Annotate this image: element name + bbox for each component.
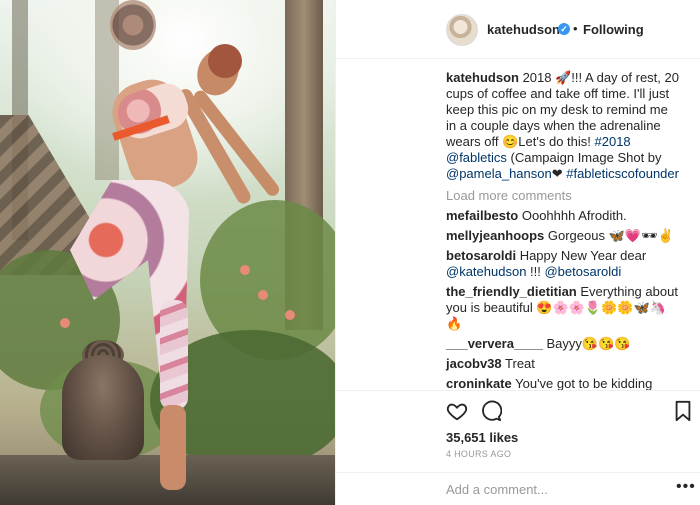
bookmark-icon[interactable]	[672, 400, 694, 422]
heart-icon[interactable]	[446, 400, 468, 422]
caption-hashtag[interactable]: #fableticscofounder	[566, 166, 679, 181]
comment-username[interactable]: mefailbesto	[446, 208, 518, 223]
caption-mention[interactable]: @fabletics	[446, 150, 507, 165]
post-header: katehudson ✓ • Following	[336, 0, 700, 59]
caption-username[interactable]: katehudson	[446, 70, 519, 85]
comment-text: Ooohhhh Afrodith.	[518, 208, 627, 223]
comment-username[interactable]: mellyjeanhoops	[446, 228, 544, 243]
action-bar: 35,651 likes 4 HOURS AGO Add a comment..…	[336, 390, 700, 505]
comment-username[interactable]: ___ververa____	[446, 336, 543, 351]
comment-item: betosaroldi Happy New Year dear @katehud…	[446, 248, 681, 280]
comment-item: the_friendly_dietitian Everything about …	[446, 284, 681, 332]
comments-list[interactable]: katehudson 2018 🚀!!! A day of rest, 20 c…	[336, 60, 700, 390]
comment-text: Treat	[501, 356, 535, 371]
add-comment-section: Add a comment... •••	[336, 472, 700, 505]
following-button[interactable]: Following	[583, 22, 644, 37]
photo-flower	[60, 318, 70, 328]
comment-text: Bayyy😘😘😘	[542, 336, 631, 351]
caption-text: (Campaign Image Shot by	[506, 150, 662, 165]
verified-badge-icon: ✓	[558, 23, 570, 35]
caption-mention[interactable]: @pamela_hanson	[446, 166, 552, 181]
photo-figure-foot	[160, 405, 186, 490]
photo-figure-hair	[208, 44, 242, 78]
photo-ornament	[110, 0, 156, 50]
photo-flower	[285, 310, 295, 320]
photo-buddha-head	[62, 355, 144, 460]
comment-text: Gorgeous 🦋💗🕶✌	[544, 228, 674, 243]
comment-item: ___ververa____ Bayyy😘😘😘	[446, 336, 681, 352]
add-comment-input[interactable]: Add a comment...	[446, 482, 548, 497]
post-timestamp[interactable]: 4 HOURS AGO	[446, 449, 511, 459]
avatar[interactable]	[446, 14, 478, 46]
header-separator: •	[573, 21, 578, 36]
comment-username[interactable]: the_friendly_dietitian	[446, 284, 577, 299]
post-sidebar: katehudson ✓ • Following katehudson 2018…	[335, 0, 700, 505]
likes-count[interactable]: 35,651 likes	[446, 430, 518, 445]
comment-item: mefailbesto Ooohhhh Afrodith.	[446, 208, 681, 224]
comment-item: mellyjeanhoops Gorgeous 🦋💗🕶✌	[446, 228, 681, 244]
comment-item: jacobv38 Treat	[446, 356, 681, 372]
caption-text: ❤	[551, 166, 567, 181]
load-more-comments-button[interactable]: Load more comments	[446, 188, 681, 204]
comment-username[interactable]: jacobv38	[446, 356, 502, 371]
comment-text: Happy New Year dear	[516, 248, 647, 263]
caption-hashtag[interactable]: #2018	[595, 134, 631, 149]
photo-figure-shin	[160, 300, 188, 410]
comment-text: !!!	[526, 264, 545, 279]
header-username[interactable]: katehudson	[487, 22, 560, 37]
post-photo[interactable]	[0, 0, 335, 505]
photo-flower	[258, 290, 268, 300]
more-options-icon[interactable]: •••	[676, 478, 696, 496]
photo-flower	[240, 265, 250, 275]
comment-username[interactable]: croninkate	[446, 376, 512, 390]
post-caption: katehudson 2018 🚀!!! A day of rest, 20 c…	[446, 70, 681, 182]
comment-username[interactable]: betosaroldi	[446, 248, 516, 263]
comment-icon[interactable]	[480, 400, 502, 422]
comment-mention[interactable]: @katehudson	[446, 264, 526, 279]
comment-mention[interactable]: @betosaroldi	[544, 264, 621, 279]
comment-item: croninkate You've got to be kidding abou…	[446, 376, 681, 390]
